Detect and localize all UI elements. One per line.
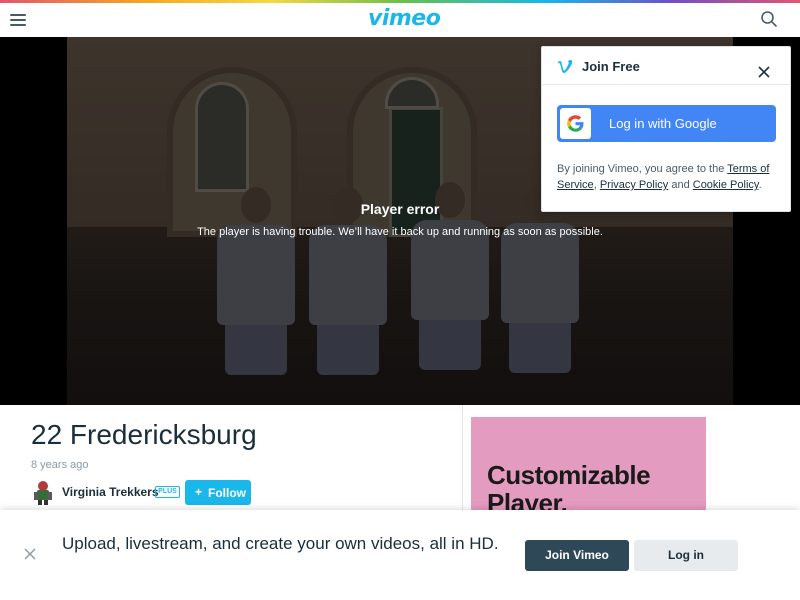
vimeo-v-icon: [556, 57, 574, 75]
close-icon[interactable]: [24, 547, 38, 561]
close-icon[interactable]: [758, 65, 772, 79]
avatar[interactable]: [31, 479, 55, 505]
follow-button[interactable]: + Follow: [185, 480, 251, 505]
terms-prefix: By joining Vimeo, you agree to the: [557, 163, 728, 175]
player-error-message: The player is having trouble. We’ll have…: [197, 226, 603, 238]
plus-badge: PLUS: [155, 486, 180, 498]
google-login-label: Log in with Google: [609, 116, 717, 131]
video-title: 22 Fredericksburg: [31, 419, 257, 450]
popover-header: Join Free: [542, 47, 790, 85]
banner-text: Upload, livestream, and create your own …: [62, 534, 499, 553]
column-divider: [462, 405, 463, 510]
search-icon[interactable]: [760, 10, 780, 30]
terms-period: .: [758, 179, 762, 191]
plus-icon: +: [195, 485, 203, 499]
login-button[interactable]: Log in: [634, 540, 738, 571]
hamburger-menu-icon[interactable]: [10, 11, 28, 27]
google-icon: [560, 108, 591, 139]
vimeo-logo[interactable]: vimeo: [368, 6, 441, 31]
cookie-policy-link[interactable]: Cookie Policy: [693, 179, 759, 191]
privacy-policy-link[interactable]: Privacy Policy: [600, 179, 668, 191]
ad-text: Customizable Player.: [487, 460, 651, 512]
google-login-button[interactable]: Log in with Google: [557, 105, 776, 142]
signup-banner: Upload, livestream, and create your own …: [0, 510, 800, 600]
terms-text: By joining Vimeo, you agree to the Terms…: [557, 161, 779, 193]
customizable-player-ad[interactable]: Customizable Player.: [471, 417, 706, 512]
top-header: vimeo: [0, 3, 800, 37]
follow-label: Follow: [208, 486, 246, 500]
join-vimeo-button[interactable]: Join Vimeo: [525, 540, 629, 571]
uploader-name-link[interactable]: Virginia Trekkers: [62, 485, 159, 499]
popover-title: Join Free: [582, 59, 640, 74]
terms-and: and: [668, 179, 693, 191]
video-age: 8 years ago: [31, 459, 89, 471]
join-free-popover: Join Free Log in with Google By joining …: [541, 46, 791, 212]
